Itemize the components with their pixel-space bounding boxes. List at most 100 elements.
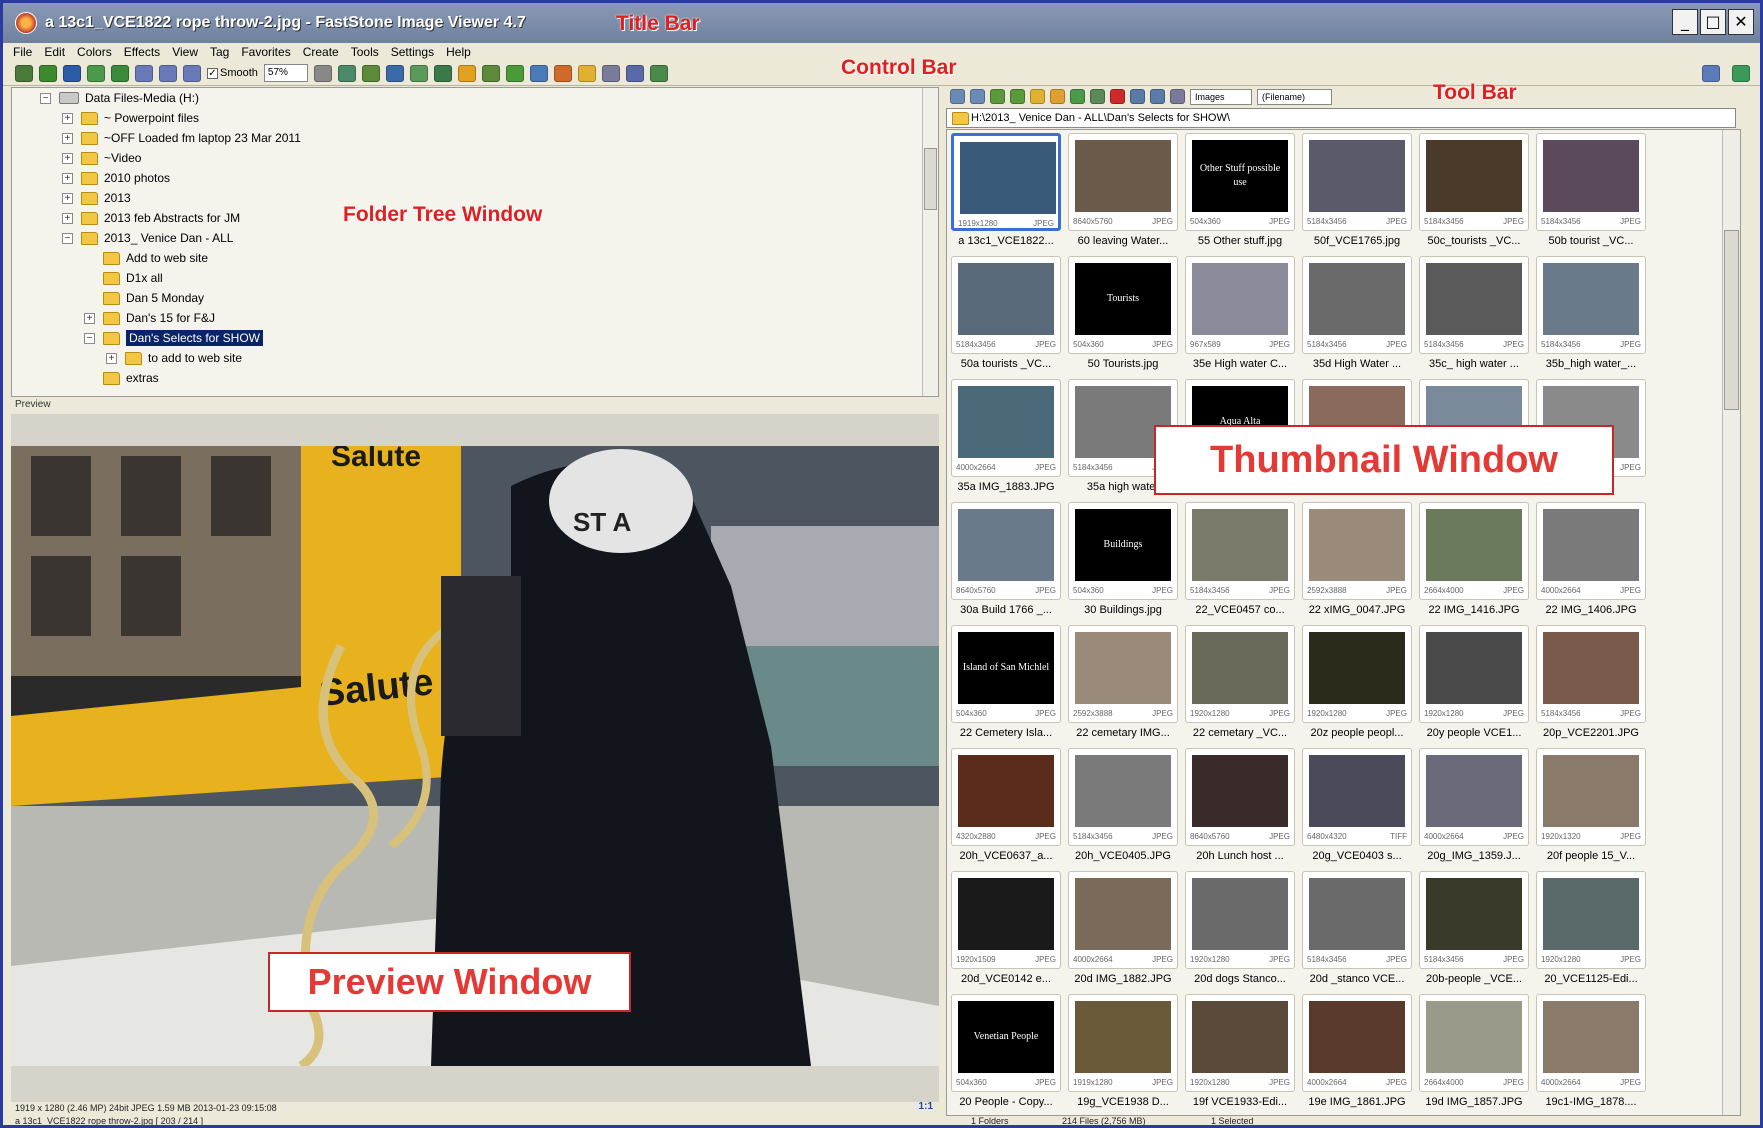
control-tool-icon[interactable] [625, 64, 644, 82]
menu-item-favorites[interactable]: Favorites [241, 45, 290, 59]
menu-item-effects[interactable]: Effects [124, 45, 160, 59]
thumbnail-item[interactable]: 8640x5760 JPEG 30a Build 1766 _... [951, 502, 1061, 622]
tree-folder-item[interactable]: Add to web site [84, 248, 208, 268]
expand-toggle[interactable]: + [84, 312, 95, 324]
thumbnail-item[interactable]: 1920x1509 JPEG 20d_VCE0142 e... [951, 871, 1061, 991]
control-tool-icon[interactable] [63, 64, 81, 82]
control-tool-icon[interactable] [135, 64, 153, 82]
toolbar-icon[interactable] [1010, 89, 1025, 104]
control-tool-icon[interactable] [15, 64, 33, 82]
expand-toggle[interactable]: − [84, 332, 95, 344]
menu-item-colors[interactable]: Colors [77, 45, 112, 59]
maximize-button[interactable]: □ [1700, 9, 1726, 35]
thumbnail-item[interactable]: 2664x4000 JPEG 22 IMG_1416.JPG [1419, 502, 1529, 622]
thumbnail-item[interactable]: 4320x2880 JPEG 20h_VCE0637_a... [951, 748, 1061, 868]
close-button[interactable]: ✕ [1728, 9, 1754, 35]
toolbar-icon[interactable] [1130, 89, 1145, 104]
tree-folder-item[interactable]: − Dan's Selects for SHOW [84, 328, 263, 348]
title-bar[interactable]: a 13c1_VCE1822 rope throw-2.jpg - FastSt… [3, 3, 1760, 43]
toolbar-icon[interactable] [1170, 89, 1185, 104]
collapse-toggle[interactable]: − [40, 92, 51, 104]
expand-toggle[interactable]: − [62, 232, 73, 244]
file-filter-select[interactable]: Images [1190, 88, 1252, 105]
thumbnail-item[interactable]: 4000x2664 JPEG 20d IMG_1882.JPG [1068, 871, 1178, 991]
path-bar[interactable]: H:\2013_ Venice Dan - ALL\Dan's Selects … [946, 108, 1736, 128]
toolbar-icon[interactable] [990, 89, 1005, 104]
thumbnail-item[interactable]: Venetian People 504x360 JPEG 20 People - Co… [951, 994, 1061, 1114]
toolbar-icon[interactable] [950, 89, 965, 104]
thumbnail-item[interactable]: Other Stuff possible use 504x360 JPEG 55 Ot… [1185, 133, 1295, 253]
toolbar-icon[interactable] [1070, 89, 1085, 104]
tree-folder-item[interactable]: extras [84, 368, 159, 388]
control-tool-icon[interactable] [361, 64, 380, 82]
control-tool-icon[interactable] [183, 64, 201, 82]
thumbnail-item[interactable]: 2592x3888 JPEG 22 cemetary IMG... [1068, 625, 1178, 745]
tree-scrollbar[interactable] [922, 88, 938, 396]
expand-toggle[interactable]: + [106, 352, 117, 364]
menu-item-edit[interactable]: Edit [44, 45, 65, 59]
sort-select[interactable]: (Filename) [1257, 88, 1332, 105]
thumbnail-item[interactable]: 5184x3456 JPEG 50b tourist _VC... [1536, 133, 1646, 253]
thumbnail-item[interactable]: 4000x2664 JPEG 19c1-IMG_1878.... [1536, 994, 1646, 1114]
thumbnail-item[interactable]: 4000x2664 JPEG 19e IMG_1861.JPG [1302, 994, 1412, 1114]
control-tool-icon[interactable] [481, 64, 500, 82]
thumbnail-item[interactable]: 2592x3888 JPEG 22 xIMG_0047.JPG [1302, 502, 1412, 622]
thumbnail-scrollbar[interactable] [1722, 130, 1740, 1115]
thumbnail-item[interactable]: 1920x1280 JPEG 20d dogs Stanco... [1185, 871, 1295, 991]
menu-item-file[interactable]: File [13, 45, 32, 59]
thumbnail-window[interactable]: 1919x1280 JPEG a 13c1_VCE1822... 8640x5760 J… [946, 129, 1741, 1116]
thumbnail-item[interactable]: Island of San Michlel 504x360 JPEG 22 Cemet… [951, 625, 1061, 745]
thumbnail-item[interactable]: 5184x3456 JPEG 20d _stanco VCE... [1302, 871, 1412, 991]
control-tool-icon[interactable] [505, 64, 524, 82]
zoom-ratio-button[interactable]: 1:1 [919, 1101, 933, 1112]
thumbnail-item[interactable]: 967x589 JPEG 35e High water C... [1185, 256, 1295, 376]
thumbnail-item[interactable]: 5184x3456 JPEG 50f_VCE1765.jpg [1302, 133, 1412, 253]
tree-folder-item[interactable]: +2010 photos [62, 168, 170, 188]
tree-folder-item[interactable]: + Dan's 15 for F&J [84, 308, 215, 328]
tree-folder-item[interactable]: + to add to web site [106, 348, 242, 368]
thumbnail-item[interactable]: 4000x2664 JPEG 20g_IMG_1359.J... [1419, 748, 1529, 868]
toolbar-icon[interactable] [1090, 89, 1105, 104]
thumbnail-item[interactable]: 5184x3456 JPEG 35c_ high water ... [1419, 256, 1529, 376]
thumbnail-item[interactable]: 1919x1280 JPEG a 13c1_VCE1822... [951, 133, 1061, 253]
folder-tree-window[interactable]: − Data Files-Media (H:) + ~ Powerpoint file… [11, 87, 939, 397]
menu-item-view[interactable]: View [172, 45, 198, 59]
thumbnail-item[interactable]: 5184x3456 JPEG 20b-people _VCE... [1419, 871, 1529, 991]
thumbnail-item[interactable]: 4000x2664 JPEG 22 IMG_1406.JPG [1536, 502, 1646, 622]
control-tool-icon[interactable] [553, 64, 572, 82]
toolbar-icon[interactable] [970, 89, 985, 104]
zoom-select[interactable]: 57% [263, 64, 308, 82]
expand-toggle[interactable]: + [62, 192, 73, 204]
minimize-button[interactable]: _ [1672, 9, 1698, 35]
menu-item-create[interactable]: Create [303, 45, 339, 59]
menu-item-tag[interactable]: Tag [210, 45, 229, 59]
layout-icon[interactable] [1702, 64, 1720, 82]
thumbnail-item[interactable]: 5184x3456 JPEG 20p_VCE2201.JPG [1536, 625, 1646, 745]
toolbar-icon[interactable] [1150, 89, 1165, 104]
expand-toggle[interactable]: + [62, 112, 73, 124]
thumbnail-item[interactable]: 1920x1280 JPEG 22 cemetary _VC... [1185, 625, 1295, 745]
toolbar-icon[interactable] [1030, 89, 1045, 104]
thumbnail-item[interactable]: 1920x1280 JPEG 20_VCE1125-Edi... [1536, 871, 1646, 991]
thumbnail-item[interactable]: 1920x1280 JPEG 19f VCE1933-Edi... [1185, 994, 1295, 1114]
control-tool-icon[interactable] [385, 64, 404, 82]
thumbnail-item[interactable]: 1920x1280 JPEG 20y people VCE1... [1419, 625, 1529, 745]
thumbnail-item[interactable]: 5184x3456 JPEG 50c_tourists _VC... [1419, 133, 1529, 253]
thumbnail-item[interactable]: 6480x4320 TIFF 20g_VCE0403 s... [1302, 748, 1412, 868]
tree-drive[interactable]: − Data Files-Media (H:) [40, 88, 199, 108]
expand-toggle[interactable]: + [62, 132, 73, 144]
thumbnail-item[interactable]: 5184x3456 JPEG 20h_VCE0405.JPG [1068, 748, 1178, 868]
thumbnail-item[interactable]: 5184x3456 JPEG 35b_high water_... [1536, 256, 1646, 376]
menu-item-tools[interactable]: Tools [351, 45, 379, 59]
smooth-checkbox[interactable]: ✓ Smooth [207, 67, 258, 79]
menu-item-settings[interactable]: Settings [391, 45, 434, 59]
thumbnail-item[interactable]: 5184x3456 JPEG 35d High Water ... [1302, 256, 1412, 376]
control-tool-icon[interactable] [337, 64, 356, 82]
tree-folder-item[interactable]: + ~Video [62, 148, 141, 168]
control-tool-icon[interactable] [159, 64, 177, 82]
thumbnail-item[interactable]: 8640x5760 JPEG 60 leaving Water... [1068, 133, 1178, 253]
control-tool-icon[interactable] [457, 64, 476, 82]
control-tool-icon[interactable] [601, 64, 620, 82]
tree-folder-item[interactable]: − 2013_ Venice Dan - ALL [62, 228, 233, 248]
control-tool-icon[interactable] [111, 64, 129, 82]
